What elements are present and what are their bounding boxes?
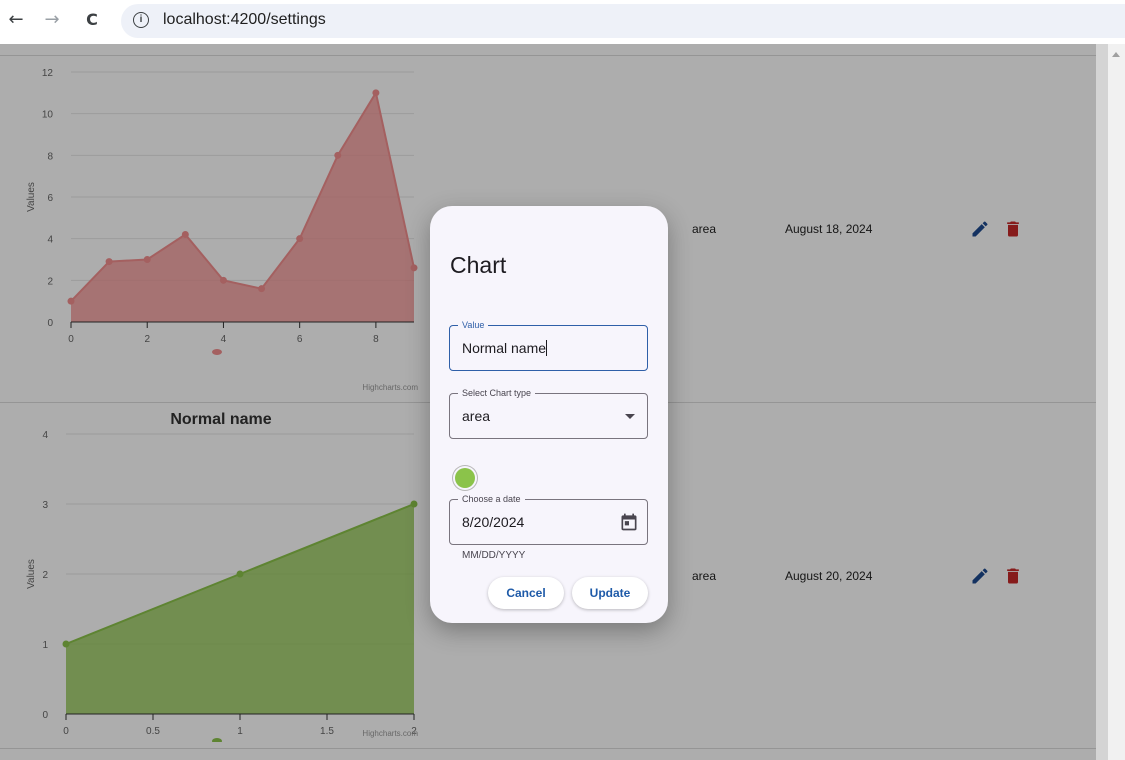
chart-type-value: area <box>462 408 491 424</box>
update-button[interactable]: Update <box>572 577 648 609</box>
date-format-hint: MM/DD/YYYY <box>462 550 526 561</box>
value-input-text: Normal name <box>462 340 547 356</box>
browser-toolbar: ← → C i localhost:4200/settings <box>0 0 1125 44</box>
date-input[interactable]: 8/20/2024 <box>462 514 524 530</box>
back-arrow-icon[interactable]: ← <box>4 8 28 32</box>
dropdown-arrow-icon[interactable] <box>625 414 635 419</box>
dialog-title: Chart <box>450 252 507 278</box>
value-input[interactable]: Normal name <box>462 340 548 356</box>
backdrop-edge <box>1096 44 1108 760</box>
chart-type-select[interactable]: Select Chart type area <box>449 387 648 439</box>
site-info-icon[interactable]: i <box>133 12 149 28</box>
date-field-label: Choose a date <box>458 493 525 505</box>
vertical-scrollbar[interactable] <box>1108 44 1125 760</box>
value-field[interactable]: Value Normal name <box>449 319 648 371</box>
forward-arrow-icon[interactable]: → <box>40 8 64 32</box>
cancel-button[interactable]: Cancel <box>488 577 564 609</box>
value-field-label: Value <box>458 319 489 331</box>
url-text: localhost:4200/settings <box>163 11 326 28</box>
date-field[interactable]: Choose a date 8/20/2024 <box>449 493 648 545</box>
color-picker-swatch[interactable] <box>455 468 475 488</box>
reload-icon[interactable]: C <box>80 8 104 32</box>
chart-edit-dialog: Chart Value Normal name Select Chart typ… <box>430 206 668 623</box>
address-bar[interactable]: i localhost:4200/settings <box>121 4 1125 38</box>
scroll-up-arrow-icon[interactable] <box>1112 52 1120 57</box>
chart-type-label: Select Chart type <box>458 387 536 399</box>
text-caret <box>546 340 548 356</box>
calendar-icon[interactable] <box>619 512 639 532</box>
